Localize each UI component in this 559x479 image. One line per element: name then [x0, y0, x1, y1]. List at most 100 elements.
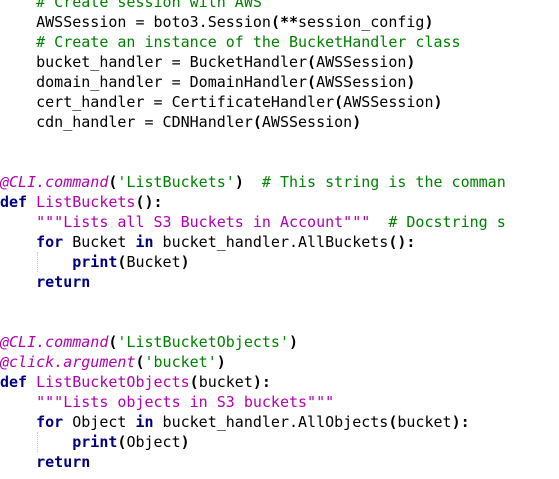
code-token-punct: ) — [180, 433, 190, 451]
code-token-punct: ) — [289, 333, 299, 351]
code-line: bucket_handler = BucketHandler(AWSSessio… — [0, 52, 506, 72]
code-line: return — [0, 272, 506, 292]
code-token-keyword: print — [72, 253, 118, 271]
code-line: @CLI.command('ListBucketObjects') — [0, 332, 506, 352]
code-token-deco: @click.argument — [0, 353, 136, 371]
code-token-punct: (): — [388, 233, 416, 251]
code-line: for Object in bucket_handler.AllObjects(… — [0, 412, 506, 432]
code-token-plain: bucket_handler.AllObjects — [153, 413, 389, 431]
code-token-punct: ( — [252, 113, 262, 131]
code-token-comment: # Docstring s — [388, 213, 506, 231]
code-token-keyword: return — [36, 273, 91, 291]
code-token-keyword: return — [36, 453, 91, 471]
code-line: domain_handler = DomainHandler(AWSSessio… — [0, 72, 506, 92]
code-token-keyword: print — [72, 433, 118, 451]
indent-guide — [37, 432, 39, 452]
code-line: cdn_handler = CDNHandler(AWSSession) — [0, 112, 506, 132]
code-token-keyword: in — [135, 233, 154, 251]
code-token-punct: ) — [424, 13, 434, 31]
code-token-plain: bucket_handler.AllBuckets — [153, 233, 389, 251]
code-token-plain: Bucket — [63, 233, 136, 251]
code-token-punct: ) — [180, 253, 190, 271]
code-token-keyword: for — [36, 413, 64, 431]
code-token-punct: ) — [406, 73, 416, 91]
code-token-punct: ) — [433, 93, 443, 111]
code-token-punct: (): — [135, 193, 163, 211]
code-token-keyword: def — [0, 373, 28, 391]
code-line: @click.argument('bucket') — [0, 352, 506, 372]
code-token-plain: domain_handler = DomainHandler — [0, 73, 308, 91]
code-token-punct: ) — [406, 53, 416, 71]
code-token-comment: # This string is the comman — [261, 173, 506, 191]
code-token-plain: bucket — [198, 373, 253, 391]
code-token-punct: ( — [189, 373, 199, 391]
code-line: print(Object) — [0, 432, 506, 452]
code-line: """Lists all S3 Buckets in Account""" # … — [0, 212, 506, 232]
code-token-punct: ( — [334, 93, 344, 111]
code-text-area[interactable]: # Create session with AWS AWSSession = b… — [0, 0, 506, 472]
indent-guide — [37, 252, 39, 272]
code-token-plain: Object — [63, 413, 136, 431]
code-token-plain: cdn_handler = CDNHandler — [0, 113, 253, 131]
code-token-punct: (** — [270, 13, 299, 31]
code-token-plain: AWSSession = boto3.Session — [0, 13, 271, 31]
code-token-comment: # Create an instance of the BucketHandle… — [36, 33, 461, 51]
code-token-plain: Object — [126, 433, 181, 451]
code-token-str: 'ListBucketObjects' — [117, 333, 289, 351]
code-token-punct: ( — [307, 73, 317, 91]
code-line: for Bucket in bucket_handler.AllBuckets(… — [0, 232, 506, 252]
code-editor[interactable]: # Create session with AWS AWSSession = b… — [0, 0, 559, 479]
code-token-punct: ): — [451, 413, 470, 431]
code-token-doc: """Lists all S3 Buckets in Account""" — [36, 213, 371, 231]
code-line: # Create an instance of the BucketHandle… — [0, 32, 506, 52]
code-token-plain: AWSSession — [343, 93, 434, 111]
code-token-punct: ): — [252, 373, 271, 391]
code-token-punct: ) — [234, 173, 244, 191]
code-token-punct: ( — [307, 53, 317, 71]
code-line: # Create session with AWS — [0, 0, 506, 12]
code-token-keyword: for — [36, 233, 64, 251]
code-line: print(Bucket) — [0, 252, 506, 272]
code-token-punct: ) — [216, 353, 226, 371]
code-token-punct: ( — [135, 353, 145, 371]
code-token-deco: @CLI.command — [0, 173, 109, 191]
code-token-deco: @CLI.command — [0, 333, 109, 351]
code-line: cert_handler = CertificateHandler(AWSSes… — [0, 92, 506, 112]
code-token-str: 'ListBuckets' — [117, 173, 235, 191]
code-token-plain: AWSSession — [316, 73, 407, 91]
code-token-comment: # Create session with AWS — [36, 0, 262, 11]
code-token-plain: Bucket — [126, 253, 181, 271]
code-line: AWSSession = boto3.Session(**session_con… — [0, 12, 506, 32]
code-line: @CLI.command('ListBuckets') # This strin… — [0, 172, 506, 192]
code-token-func: ListBuckets — [36, 193, 136, 211]
code-token-keyword: in — [135, 413, 154, 431]
code-line: return — [0, 452, 506, 472]
code-token-plain: AWSSession — [316, 53, 407, 71]
code-token-plain: bucket_handler = BucketHandler — [0, 53, 308, 71]
code-line: """Lists objects in S3 buckets""" — [0, 392, 506, 412]
code-token-plain: bucket — [397, 413, 452, 431]
code-token-plain: cert_handler = CertificateHandler — [0, 93, 335, 111]
code-line: def ListBucketObjects(bucket): — [0, 372, 506, 392]
code-token-plain: session_config — [298, 13, 425, 31]
code-token-func: ListBucketObjects — [36, 373, 190, 391]
code-token-plain: AWSSession — [261, 113, 353, 131]
code-token-keyword: def — [0, 193, 28, 211]
code-token-doc: """Lists objects in S3 buckets""" — [36, 393, 335, 411]
